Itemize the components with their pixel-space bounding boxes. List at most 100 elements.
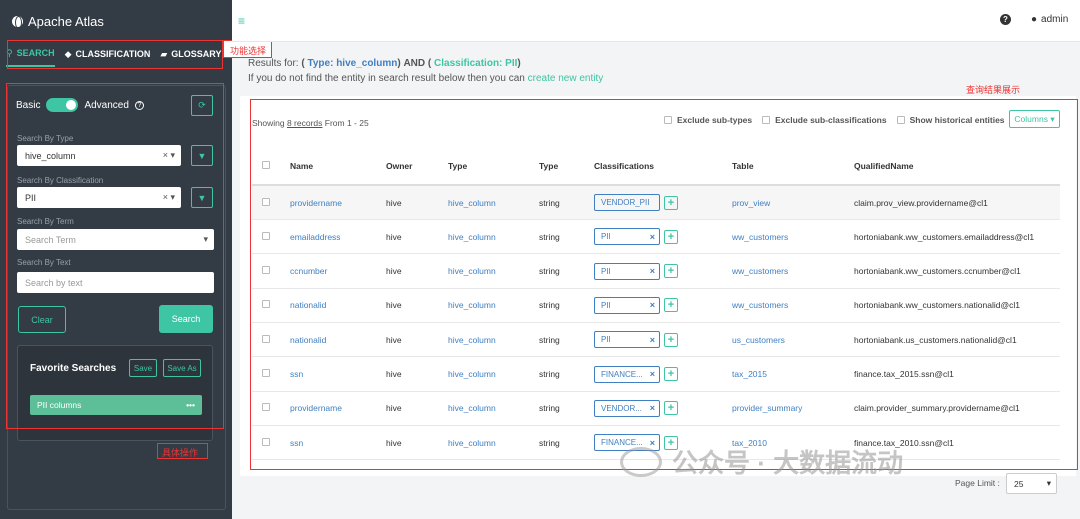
create-entity-link[interactable]: create new entity [528,73,604,84]
table-row[interactable]: nationalid hive hive_column string PII × + us_c… [252,323,1060,358]
row-checkbox[interactable] [262,403,270,412]
close-icon[interactable]: × [650,266,655,276]
classification-tag[interactable]: PII × [594,331,660,349]
app-brand[interactable]: Apache Atlas [12,14,104,29]
menu-icon[interactable]: ≡ [238,14,245,28]
add-classification-button[interactable]: + [664,264,678,279]
add-classification-button[interactable]: + [664,401,678,416]
table-row[interactable]: providername hive hive_column string VENDOR.… [252,392,1060,426]
add-classification-button[interactable]: + [664,298,678,313]
row-checkbox[interactable] [262,437,270,446]
add-classification-button[interactable]: + [664,332,678,347]
type-link[interactable]: hive_column [448,335,496,345]
table-row[interactable]: ssn hive hive_column string FINANCE... × + tax_… [252,358,1060,392]
user-menu[interactable]: ● admin [1031,14,1068,25]
entity-name-link[interactable]: providername [290,198,342,208]
exclude-subtypes-checkbox[interactable]: Exclude sub-types [664,115,752,125]
entity-name-link[interactable]: nationalid [290,335,326,345]
classification-tag[interactable]: VENDOR... × [594,399,660,417]
select-all-checkbox[interactable] [262,161,270,169]
classification-tag[interactable]: PII × [594,228,660,246]
row-checkbox[interactable] [262,197,270,206]
type-link[interactable]: hive_column [448,369,496,379]
table-row[interactable]: ssn hive hive_column string FINANCE... × + tax_… [252,426,1060,461]
classification-tag[interactable]: FINANCE... × [594,434,660,452]
page-limit-select[interactable]: 25 ▾ [1006,473,1057,494]
datatype-cell: string [539,300,560,311]
row-checkbox[interactable] [262,334,270,343]
close-icon[interactable]: × [650,300,655,310]
user-icon: ● [1031,14,1038,25]
row-checkbox[interactable] [262,300,270,309]
table-link[interactable]: tax_2010 [732,438,767,448]
col-classifications[interactable]: Classifications [594,161,654,171]
row-checkbox[interactable] [262,231,270,240]
classification-tag[interactable]: PII × [594,262,660,280]
classification-tag-label: FINANCE... [601,369,643,379]
type-link[interactable]: hive_column [448,198,496,208]
row-checkbox[interactable] [262,266,270,275]
page-limit-label: Page Limit : [955,478,1000,488]
classification-tag[interactable]: PII × [594,296,660,314]
entity-name-link[interactable]: emailaddress [290,232,341,242]
qualifiedname-cell: claim.provider_summary.providername@cl1 [854,403,1020,414]
checkbox-icon [896,116,905,124]
table-link[interactable]: prov_view [732,198,770,208]
close-icon[interactable]: × [650,369,655,379]
classification-tag-label: VENDOR_PII [601,198,650,207]
user-name: admin [1041,14,1069,25]
results-prefix: Results for: [248,58,302,69]
col-qualifiedname[interactable]: QualifiedName [854,161,914,171]
help-icon[interactable]: ? [1000,14,1011,25]
type-link[interactable]: hive_column [448,438,496,448]
entity-name-link[interactable]: nationalid [290,300,326,310]
add-classification-button[interactable]: + [664,229,678,244]
datatype-cell: string [539,437,560,448]
annotation-tabs-note: 功能选择 [223,40,272,58]
type-link[interactable]: hive_column [448,232,496,242]
table-link[interactable]: us_customers [732,335,785,345]
table-link[interactable]: ww_customers [732,266,788,276]
records-link[interactable]: 8 records [287,118,322,128]
col-type[interactable]: Type [448,161,467,171]
col-datatype[interactable]: Type [539,161,558,171]
type-link[interactable]: hive_column [448,403,496,413]
exclude-subclassifications-checkbox[interactable]: Exclude sub-classifications [762,115,887,125]
row-checkbox[interactable] [262,369,270,377]
qualifiedname-cell: hortoniabank.ww_customers.ccnumber@cl1 [854,266,1021,277]
col-table[interactable]: Table [732,161,754,171]
owner-cell: hive [386,197,402,208]
classification-tag[interactable]: VENDOR_PII [594,194,660,211]
type-link[interactable]: hive_column [448,300,496,310]
col-name[interactable]: Name [290,161,313,171]
add-classification-button[interactable]: + [664,435,678,450]
table-row[interactable]: providername hive hive_column string VENDOR_… [252,186,1060,220]
show-historical-label: Show historical entities [909,115,1005,125]
entity-name-link[interactable]: ssn [290,438,303,448]
columns-dropdown[interactable]: Columns ▾ [1009,110,1060,128]
table-link[interactable]: ww_customers [732,300,788,310]
close-icon[interactable]: × [650,403,655,413]
classification-tag-label: PII [601,232,611,242]
entity-name-link[interactable]: ssn [290,369,303,379]
table-row[interactable]: nationalid hive hive_column string PII × + ww_c… [252,289,1060,323]
table-row[interactable]: emailaddress hive hive_column string PII × + ww… [252,220,1060,255]
records-count: Showing 8 records From 1 - 25 [252,118,369,128]
table-row[interactable]: ccnumber hive hive_column string PII × + ww_cus… [252,255,1060,289]
close-icon[interactable]: × [650,232,655,242]
show-historical-checkbox[interactable]: Show historical entities [896,115,1005,125]
classification-tag[interactable]: FINANCE... × [594,365,660,383]
add-classification-button[interactable]: + [664,367,678,381]
col-owner[interactable]: Owner [386,161,412,171]
table-link[interactable]: ww_customers [732,232,788,242]
close-icon[interactable]: × [650,438,655,448]
add-classification-button[interactable]: + [664,195,678,210]
entity-name-link[interactable]: providername [290,403,342,413]
classification-tag-label: PII [601,335,611,345]
checkbox-icon [762,116,771,124]
entity-name-link[interactable]: ccnumber [290,266,327,276]
table-link[interactable]: provider_summary [732,403,802,413]
table-link[interactable]: tax_2015 [732,369,767,379]
type-link[interactable]: hive_column [448,266,496,276]
close-icon[interactable]: × [650,335,655,345]
